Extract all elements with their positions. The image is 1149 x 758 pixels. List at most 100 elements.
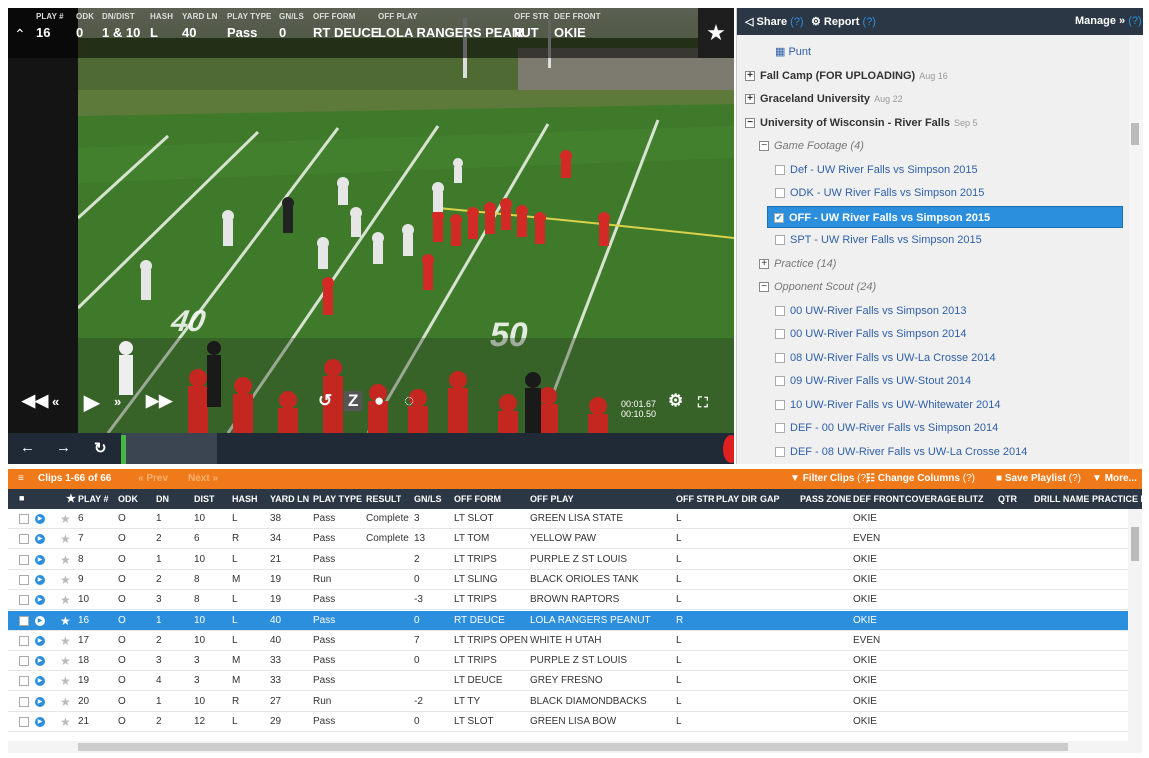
settings-gear-icon[interactable]: ⚙ bbox=[668, 391, 683, 411]
game-footage-frame[interactable]: 40 50 bbox=[78, 8, 734, 433]
col-header-blitz[interactable]: BLITZ bbox=[958, 494, 984, 504]
refresh-icon[interactable]: ↻ bbox=[94, 439, 107, 457]
manage-button[interactable]: Manage » (?) bbox=[1075, 15, 1142, 27]
col-header-off-form[interactable]: OFF FORM bbox=[454, 494, 501, 504]
col-header-def-front[interactable]: DEF FRONT bbox=[853, 494, 905, 504]
col-header-pass-zone[interactable]: PASS ZONE bbox=[800, 494, 851, 504]
clips-menu-icon[interactable]: ≡ bbox=[18, 473, 24, 484]
row-star-icon[interactable]: ★ bbox=[60, 614, 71, 628]
row-checkbox[interactable] bbox=[19, 656, 29, 667]
comment-icon[interactable]: ● bbox=[374, 391, 384, 411]
row-checkbox[interactable] bbox=[19, 696, 29, 707]
row-checkbox[interactable] bbox=[19, 615, 29, 626]
previous-clip-icon[interactable]: ← bbox=[20, 439, 35, 456]
row-checkbox[interactable] bbox=[19, 676, 29, 687]
table-row[interactable]: ▶ ★ 8 O 1 10 L 21 Pass 2 LT TRIPS PURPLE Z ST LOUIS… bbox=[8, 550, 1128, 570]
panel-scroll-thumb[interactable] bbox=[1131, 123, 1139, 145]
prev-page-button[interactable]: « Prev bbox=[138, 473, 168, 484]
col-header-off-play[interactable]: OFF PLAY bbox=[530, 494, 574, 504]
table-row[interactable]: ▶ ★ 17 O 2 10 L 40 Pass 7 LT TRIPS OPEN WHITE H UTA… bbox=[8, 631, 1128, 651]
tree-film-item[interactable]: Def - UW River Falls vs Simpson 2015 bbox=[775, 159, 978, 181]
col-header-gn-ls[interactable]: GN/LS bbox=[414, 494, 442, 504]
film-checkbox[interactable] bbox=[775, 305, 785, 316]
header-star-icon[interactable]: ★ bbox=[66, 492, 76, 505]
table-row[interactable]: ▶ ★ 9 O 2 8 M 19 Run 0 LT SLING BLACK ORIOLES TANK L… bbox=[8, 570, 1128, 590]
col-header-coverage[interactable]: COVERAGE bbox=[905, 494, 957, 504]
film-checkbox[interactable] bbox=[775, 188, 785, 199]
tree-film-item[interactable]: 00 UW-River Falls vs Simpson 2014 bbox=[775, 323, 966, 345]
tree-game-item[interactable]: − University of Wisconsin - River Falls Se… bbox=[745, 112, 978, 134]
table-row[interactable]: ▶ ★ 20 O 1 10 R 27 Run -2 LT TY BLACK DIAMONDBACKS L… bbox=[8, 692, 1128, 712]
tree-film-item[interactable]: ✔ OFF - UW River Falls vs Simpson 2015 bbox=[767, 205, 1123, 228]
row-play-icon[interactable]: ▶ bbox=[35, 635, 45, 646]
tree-folder-item[interactable]: − Game Footage (4) bbox=[759, 135, 864, 157]
col-header-play-type[interactable]: PLAY TYPE bbox=[313, 494, 362, 504]
expand-icon[interactable]: + bbox=[759, 258, 769, 269]
col-header-dn[interactable]: DN bbox=[156, 494, 169, 504]
film-checkbox[interactable] bbox=[775, 352, 785, 363]
collapse-up-icon[interactable]: ⌃ bbox=[14, 26, 26, 43]
col-header-qtr[interactable]: QTR bbox=[998, 494, 1017, 504]
grid-vertical-scroll-thumb[interactable] bbox=[1131, 527, 1139, 561]
row-play-icon[interactable]: ▶ bbox=[35, 615, 45, 626]
tree-folder-item[interactable]: + Practice (14) bbox=[759, 253, 836, 275]
row-star-icon[interactable]: ★ bbox=[60, 695, 71, 709]
row-play-icon[interactable]: ▶ bbox=[35, 717, 45, 727]
row-play-icon[interactable]: ▶ bbox=[35, 574, 45, 585]
table-row[interactable]: ▶ ★ 7 O 2 6 R 34 Pass Complete 13 LT TOM YELLOW PAW L… bbox=[8, 529, 1128, 550]
film-checkbox[interactable] bbox=[775, 235, 785, 246]
film-checkbox[interactable] bbox=[775, 423, 785, 434]
tree-game-item[interactable]: + Graceland University Aug 22 bbox=[745, 88, 903, 110]
row-checkbox[interactable] bbox=[19, 717, 29, 727]
telestrate-icon[interactable]: Z bbox=[344, 391, 363, 411]
col-header-yard-ln[interactable]: YARD LN bbox=[270, 494, 309, 504]
grid-horizontal-scroll-thumb[interactable] bbox=[78, 743, 1068, 751]
row-star-icon[interactable]: ★ bbox=[60, 553, 71, 567]
panel-toggle-handle[interactable] bbox=[723, 435, 734, 463]
table-row[interactable]: ▶ ★ 10 O 3 8 L 19 Pass -3 LT TRIPS BROWN RAPTORS L OK… bbox=[8, 590, 1128, 611]
film-checkbox[interactable] bbox=[775, 399, 785, 410]
tree-film-item[interactable]: 10 UW-River Falls vs UW-Whitewater 2014 bbox=[775, 394, 1000, 416]
fast-forward-icon[interactable]: » bbox=[114, 394, 121, 409]
spinner-icon[interactable]: ◌ bbox=[404, 391, 414, 411]
expand-icon[interactable]: + bbox=[745, 70, 755, 81]
row-checkbox[interactable] bbox=[19, 635, 29, 646]
col-header-dist[interactable]: DIST bbox=[194, 494, 215, 504]
row-star-icon[interactable]: ★ bbox=[60, 715, 71, 729]
row-play-icon[interactable]: ▶ bbox=[35, 514, 45, 524]
skip-to-start-icon[interactable]: ◀◀ bbox=[22, 391, 48, 411]
row-play-icon[interactable]: ▶ bbox=[35, 534, 45, 545]
row-star-icon[interactable]: ★ bbox=[60, 654, 71, 668]
row-star-icon[interactable]: ★ bbox=[60, 593, 71, 607]
row-checkbox[interactable] bbox=[19, 514, 29, 524]
rewind-icon[interactable]: « bbox=[52, 394, 59, 409]
select-all-checkbox[interactable]: ■ bbox=[19, 493, 24, 503]
change-columns-button[interactable]: ☷ Change Columns (?) bbox=[866, 473, 975, 484]
share-button[interactable]: ◁ Share (?) bbox=[745, 15, 804, 28]
row-play-icon[interactable]: ▶ bbox=[35, 696, 45, 707]
more-button[interactable]: ▼ More... bbox=[1092, 473, 1137, 484]
col-header-gap[interactable]: GAP bbox=[760, 494, 780, 504]
row-star-icon[interactable]: ★ bbox=[60, 573, 71, 587]
col-header-hash[interactable]: HASH bbox=[232, 494, 258, 504]
col-header-odk[interactable]: ODK bbox=[118, 494, 138, 504]
col-header-practice-p[interactable]: PRACTICE P bbox=[1092, 494, 1142, 504]
collapse-icon[interactable]: − bbox=[759, 282, 769, 293]
tree-film-item[interactable]: ODK - UW River Falls vs Simpson 2015 bbox=[775, 182, 984, 204]
film-checkbox[interactable] bbox=[775, 446, 785, 457]
row-star-icon[interactable]: ★ bbox=[60, 674, 71, 688]
collapse-icon[interactable]: − bbox=[759, 141, 769, 152]
filter-clips-button[interactable]: ▼ Filter Clips (?) bbox=[790, 473, 869, 484]
fullscreen-icon[interactable]: ⛶ bbox=[698, 394, 708, 411]
col-header-off-str[interactable]: OFF STR bbox=[676, 494, 715, 504]
video-player[interactable]: 40 50 ⌃ PLAY # 16 ODK 0 DN/DIST 1 & 10 H… bbox=[8, 8, 734, 464]
film-checkbox[interactable] bbox=[775, 164, 785, 175]
col-header-play[interactable]: PLAY # bbox=[78, 494, 109, 504]
timeline-scrubber[interactable] bbox=[121, 433, 217, 464]
panel-scrollbar[interactable] bbox=[1129, 35, 1143, 464]
tree-folder-item[interactable]: − Opponent Scout (24) bbox=[759, 276, 876, 298]
row-play-icon[interactable]: ▶ bbox=[35, 554, 45, 565]
row-star-icon[interactable]: ★ bbox=[60, 532, 71, 546]
skip-to-end-icon[interactable]: ▶▶ bbox=[146, 391, 172, 411]
next-clip-icon[interactable]: → bbox=[56, 439, 71, 456]
